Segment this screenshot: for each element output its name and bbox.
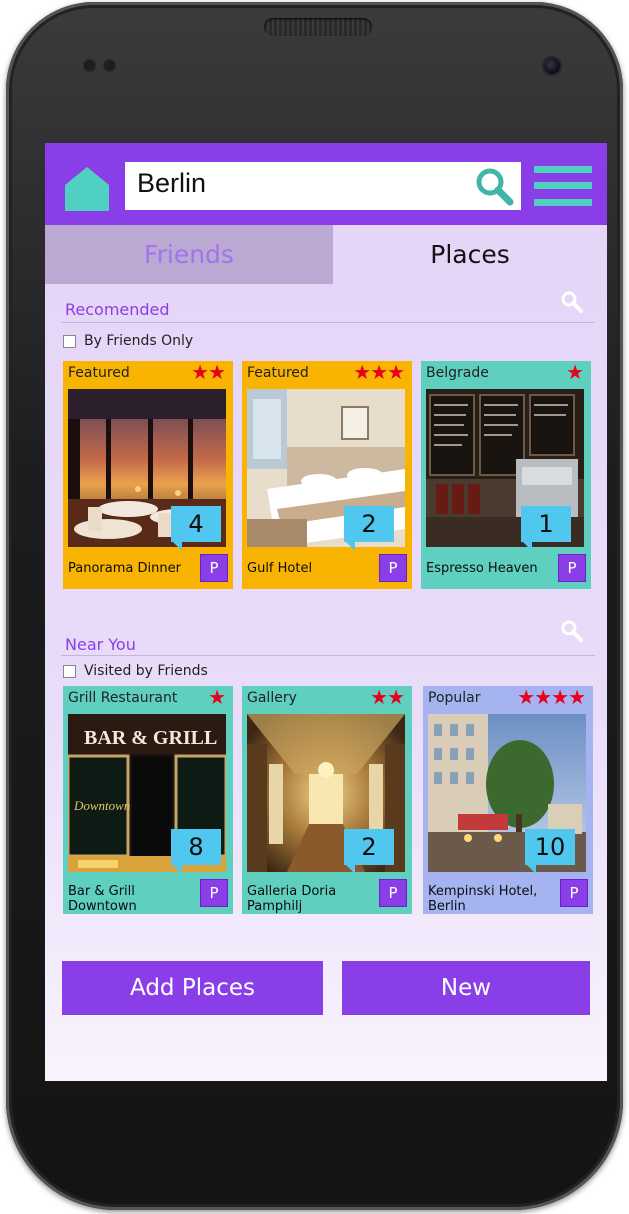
- p-button[interactable]: P: [558, 554, 586, 582]
- star-rating: ★: [208, 685, 226, 709]
- review-count-badge: 4: [171, 506, 221, 551]
- p-button[interactable]: P: [379, 879, 407, 907]
- search-field[interactable]: Berlin: [125, 162, 521, 210]
- place-name: Panorama Dinner: [68, 561, 181, 576]
- checkbox-label: By Friends Only: [84, 333, 194, 349]
- star-rating: ★★★★: [517, 685, 586, 709]
- place-name: Kempinski Hotel, Berlin: [428, 884, 538, 914]
- card-category: Popular: [428, 690, 481, 706]
- place-name: Galleria Doria Pamphilj: [247, 884, 337, 914]
- place-name: Bar & Grill Downtown: [68, 884, 137, 914]
- section-title-near-you: Near You: [65, 635, 136, 654]
- sensor-dot: [84, 60, 95, 71]
- section-divider: [61, 655, 595, 656]
- review-count-badge: 2: [344, 506, 394, 551]
- review-count-badge: 10: [525, 829, 575, 874]
- sensor-dot: [104, 60, 115, 71]
- place-card-galleria-doria[interactable]: Gallery ★★ 2 Galleria Doria Pamphilj P: [242, 685, 412, 914]
- p-button[interactable]: P: [200, 554, 228, 582]
- section-search-icon[interactable]: [560, 619, 584, 643]
- place-card-gulf-hotel[interactable]: Featured ★★★ 2 Gulf Hotel P: [242, 360, 412, 589]
- place-name: Gulf Hotel: [247, 561, 313, 576]
- star-rating: ★★: [370, 685, 405, 709]
- front-camera: [544, 58, 560, 74]
- sign-text: BAR & GRILL: [84, 727, 217, 749]
- top-bar: Berlin: [45, 143, 607, 225]
- review-count-badge: 1: [521, 506, 571, 551]
- section-divider: [61, 322, 595, 323]
- p-button[interactable]: P: [200, 879, 228, 907]
- card-category: Belgrade: [426, 365, 489, 381]
- tab-friends[interactable]: Friends: [45, 225, 333, 284]
- section-title-recommended: Recomended: [65, 300, 170, 319]
- tab-places[interactable]: Places: [333, 225, 607, 284]
- checkbox-label: Visited by Friends: [84, 663, 208, 679]
- checkbox-box[interactable]: [63, 664, 76, 678]
- card-category: Grill Restaurant: [68, 690, 178, 706]
- speaker-grille: [264, 18, 372, 36]
- card-category: Featured: [247, 365, 309, 381]
- place-card-espresso-heaven[interactable]: Belgrade ★ 1 Espresso Heaven P: [421, 360, 591, 589]
- menu-icon[interactable]: [534, 166, 592, 206]
- review-count-badge: 2: [344, 829, 394, 874]
- card-category: Featured: [68, 365, 130, 381]
- place-card-kempinski-hotel[interactable]: Popular ★★★★ 10 Kempinski Hotel, Berlin …: [423, 685, 593, 914]
- section-search-icon[interactable]: [560, 290, 584, 314]
- star-rating: ★★★: [353, 360, 405, 384]
- card-category: Gallery: [247, 690, 297, 706]
- place-card-bar-and-grill[interactable]: Grill Restaurant ★ BAR & GRILL Downtown …: [63, 685, 233, 914]
- p-button[interactable]: P: [379, 554, 407, 582]
- window-text: Downtown: [73, 798, 130, 813]
- p-button[interactable]: P: [560, 879, 588, 907]
- new-button[interactable]: New: [342, 961, 590, 1015]
- visited-by-friends-checkbox[interactable]: Visited by Friends: [63, 663, 208, 679]
- search-icon[interactable]: [473, 165, 515, 207]
- app-screen: Berlin Friends Places Recomended By Frie…: [45, 143, 607, 1081]
- star-rating: ★: [566, 360, 584, 384]
- checkbox-box[interactable]: [63, 334, 76, 348]
- star-rating: ★★: [191, 360, 226, 384]
- home-icon[interactable]: [64, 165, 110, 211]
- search-input[interactable]: Berlin: [137, 168, 206, 199]
- review-count-badge: 8: [171, 829, 221, 874]
- place-name: Espresso Heaven: [426, 561, 538, 576]
- place-card-panorama-dinner[interactable]: Featured ★★ 4 Panorama Dinner P: [63, 360, 233, 589]
- add-places-button[interactable]: Add Places: [62, 961, 323, 1015]
- by-friends-only-checkbox[interactable]: By Friends Only: [63, 333, 193, 349]
